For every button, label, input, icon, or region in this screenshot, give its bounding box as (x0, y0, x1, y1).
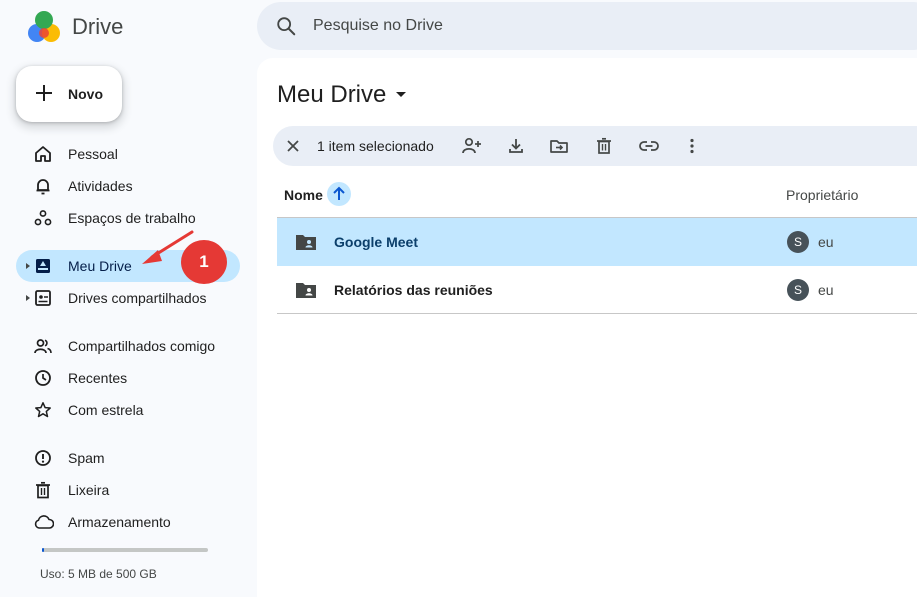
drive-logo[interactable] (25, 9, 63, 43)
bell-icon (34, 177, 52, 195)
new-button[interactable]: Novo (16, 66, 122, 122)
sidebar-item-label: Spam (68, 450, 105, 466)
sidebar-item-armazenamento[interactable]: Armazenamento (16, 506, 240, 538)
sidebar-item-recentes[interactable]: Recentes (16, 362, 240, 394)
sidebar-item-drives-compartilhados[interactable]: Drives compartilhados (16, 282, 240, 314)
spam-icon (34, 449, 52, 467)
annotation-step-badge: 1 (181, 240, 227, 284)
sidebar-item-atividades[interactable]: Atividades (16, 170, 240, 202)
share-person-add-icon[interactable] (461, 136, 481, 156)
trash-icon (34, 481, 52, 499)
my-drive-icon (34, 257, 52, 275)
sidebar-item-pessoal[interactable]: Pessoal (16, 138, 240, 170)
sidebar-item-label: Armazenamento (68, 514, 171, 530)
table-row[interactable]: Google Meet S eu (277, 218, 917, 266)
table-row[interactable]: Relatórios das reuniões S eu (277, 266, 917, 314)
page-title[interactable]: Meu Drive (277, 81, 386, 109)
sidebar-item-label: Pessoal (68, 146, 118, 162)
close-icon[interactable] (283, 136, 303, 156)
link-icon[interactable] (638, 136, 659, 156)
selection-count: 1 item selecionado (317, 138, 434, 154)
sidebar-item-label: Lixeira (68, 482, 110, 498)
storage-usage-text: Uso: 5 MB de 500 GB (40, 567, 157, 581)
file-name[interactable]: Google Meet (334, 234, 418, 250)
sidebar-item-spam[interactable]: Spam (16, 442, 240, 474)
owner-name: eu (818, 234, 834, 250)
cloud-icon (34, 513, 54, 531)
column-header-owner[interactable]: Proprietário (786, 187, 858, 203)
clock-icon (34, 369, 52, 387)
sidebar-item-compartilhados-comigo[interactable]: Compartilhados comigo (16, 330, 240, 362)
storage-bar-fill (42, 548, 44, 552)
trash-icon[interactable] (594, 136, 614, 156)
selection-toolbar: 1 item selecionado (273, 126, 917, 166)
sort-ascending-icon[interactable] (327, 182, 351, 206)
sidebar-item-label: Compartilhados comigo (68, 338, 216, 354)
title-dropdown-icon[interactable] (396, 92, 406, 97)
sidebar-item-label: Espaços de trabalho (68, 210, 196, 226)
people-icon (34, 337, 52, 355)
move-to-folder-icon[interactable] (549, 136, 569, 156)
file-name[interactable]: Relatórios das reuniões (334, 282, 493, 298)
sidebar-item-label: Meu Drive (68, 258, 132, 274)
shared-drives-icon (34, 289, 52, 307)
plus-icon (34, 83, 54, 103)
search-bar[interactable]: Pesquise no Drive (257, 2, 917, 50)
sidebar-item-label: Drives compartilhados (68, 290, 207, 306)
sidebar-item-label: Com estrela (68, 402, 144, 418)
download-icon[interactable] (506, 136, 526, 156)
avatar: S (787, 279, 809, 301)
search-icon[interactable] (275, 15, 297, 37)
sidebar-item-espacos[interactable]: Espaços de trabalho (16, 202, 240, 234)
sidebar-item-com-estrela[interactable]: Com estrela (16, 394, 240, 426)
new-button-label: Novo (68, 86, 103, 102)
workspaces-icon (34, 209, 52, 227)
search-input[interactable]: Pesquise no Drive (313, 17, 443, 35)
shared-folder-icon (295, 233, 317, 251)
sidebar-item-lixeira[interactable]: Lixeira (16, 474, 240, 506)
main-panel: Meu Drive 1 item selecionado Nome Propri… (257, 58, 917, 597)
owner-name: eu (818, 282, 834, 298)
more-options-icon[interactable] (682, 136, 702, 156)
star-icon (34, 401, 52, 419)
column-header-name[interactable]: Nome (284, 187, 323, 203)
expand-caret-icon[interactable] (26, 263, 30, 269)
home-icon (34, 145, 52, 163)
sidebar-item-label: Atividades (68, 178, 133, 194)
storage-bar (42, 548, 208, 552)
shared-folder-icon (295, 281, 317, 299)
sidebar-item-label: Recentes (68, 370, 128, 386)
expand-caret-icon[interactable] (26, 295, 30, 301)
avatar: S (787, 231, 809, 253)
app-name: Drive (72, 14, 124, 39)
row-divider (277, 313, 917, 314)
